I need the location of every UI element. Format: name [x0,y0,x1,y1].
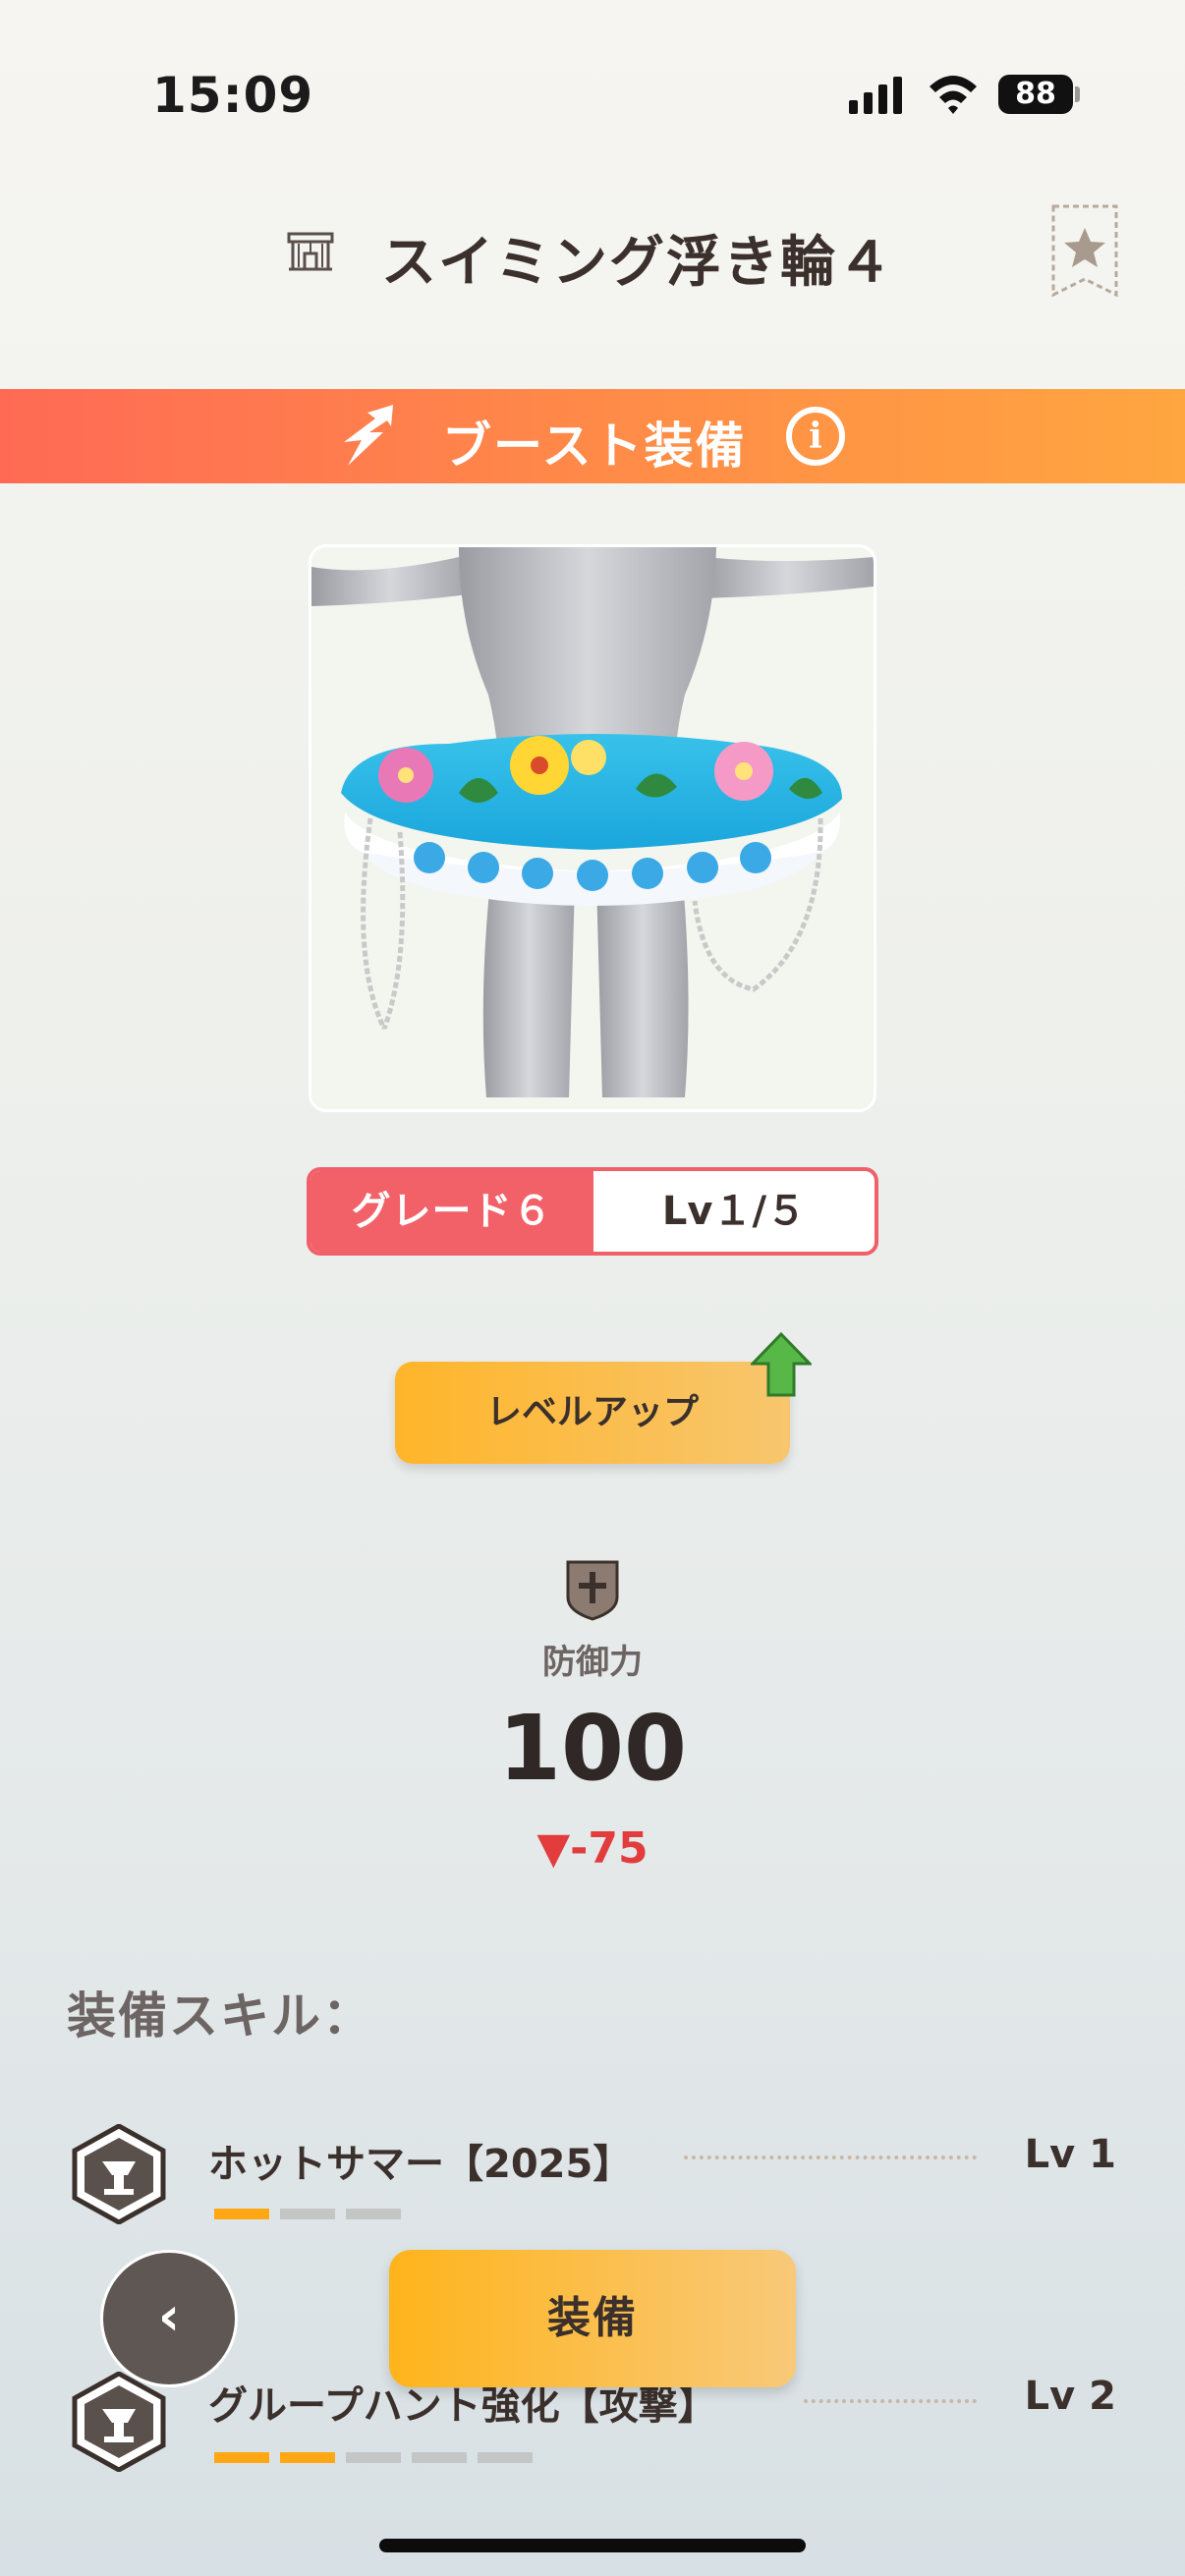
grade-level-badge: グレード６ Lv１/５ [307,1167,878,1256]
skill-level: Lv 1 [1024,2132,1116,2177]
shield-icon [566,1560,619,1621]
home-indicator[interactable] [379,2539,806,2552]
level-up-button[interactable]: レベルアップ [395,1362,790,1464]
item-image [309,544,876,1112]
defense-change: ▼-75 [536,1823,649,1874]
skill-level-pips [214,2209,401,2219]
page-title: スイミング浮き輪４ [381,231,894,295]
skill-hexagon-icon [72,2124,166,2224]
wifi-icon [930,76,977,114]
cellular-signal-icon [849,77,902,114]
boost-equipment-label: ブースト装備 [442,418,747,475]
green-up-arrow-icon [751,1332,812,1397]
favorite-star-icon[interactable] [1049,202,1120,301]
status-time: 15:09 [152,67,314,124]
grade-label: グレード６ [310,1171,593,1252]
equipment-skills-title: 装備スキル： [67,1988,373,2044]
skill-row[interactable]: ホットサマー【2025】 Lv 1 [0,2122,1185,2230]
boost-arrow-icon [344,405,393,466]
item-level-label: Lv１/５ [661,1189,807,1234]
info-icon[interactable]: i [786,407,845,466]
skill-level-pips [214,2452,533,2463]
swim-ring-illustration [311,547,874,1097]
armor-icon [287,232,334,271]
back-button[interactable]: ‹ [100,2250,238,2387]
defense-value: 100 [497,1696,688,1801]
skill-hexagon-icon [72,2372,166,2472]
skill-level: Lv 2 [1024,2374,1116,2419]
equip-button[interactable]: 装備 [389,2250,796,2387]
battery-indicator: 88 [998,75,1081,114]
skill-name: ホットサマー【2025】 [208,2142,633,2187]
defense-label: 防御力 [542,1643,643,1682]
battery-level: 88 [998,75,1073,114]
